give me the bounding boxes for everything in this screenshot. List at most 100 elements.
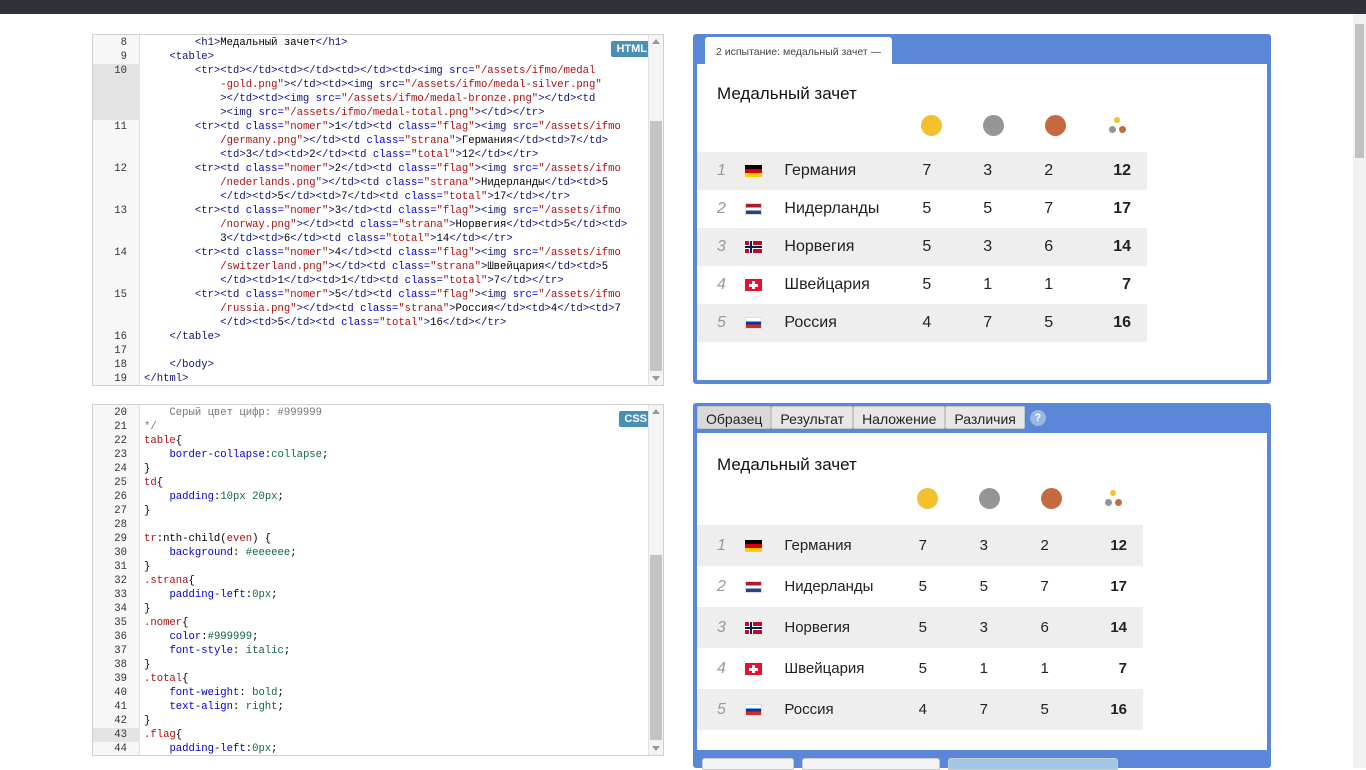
code-text[interactable]: tr:nth-child(even) { <box>140 532 649 546</box>
code-text[interactable]: <td>3</td><td>2</td><td class="total">12… <box>140 148 649 162</box>
code-text[interactable]: background: #eeeeee; <box>140 546 649 560</box>
code-line[interactable]: 38} <box>93 658 649 672</box>
code-line[interactable]: 9 <table> <box>93 50 649 64</box>
code-text[interactable]: table{ <box>140 434 649 448</box>
code-text[interactable]: padding:10px 20px; <box>140 490 649 504</box>
code-line[interactable]: 19 </html> <box>93 372 649 385</box>
code-text[interactable]: <tr><td class="nomer">5</td><td class="f… <box>140 288 649 302</box>
code-line[interactable]: 27} <box>93 504 649 518</box>
scroll-up-arrow-icon[interactable] <box>652 409 660 414</box>
code-lines[interactable]: 8 <h1>Медальный зачет</h1> 9 <table> 10 <t… <box>93 36 649 385</box>
code-text[interactable]: <tr><td></td><td></td><td></td><td><img … <box>140 64 649 78</box>
code-line[interactable]: 30 background: #eeeeee; <box>93 546 649 560</box>
code-text[interactable]: border-collapse:collapse; <box>140 448 649 462</box>
code-text[interactable]: .flag{ <box>140 728 649 742</box>
help-icon[interactable]: ? <box>1029 410 1046 426</box>
tab-sample[interactable]: Образец <box>697 406 772 429</box>
code-line[interactable]: 42} <box>93 714 649 728</box>
code-text[interactable] <box>140 518 649 532</box>
code-line[interactable]: /nederlands.png"></td><td class="strana"… <box>93 176 649 190</box>
code-text[interactable]: padding-left:0px; <box>140 588 649 602</box>
code-text[interactable]: } <box>140 462 649 476</box>
code-text[interactable]: Серый цвет цифр: #999999 <box>140 406 649 420</box>
scrollbar-thumb[interactable] <box>650 121 662 371</box>
code-line[interactable]: 44 padding-left:0px; <box>93 742 649 755</box>
code-text[interactable]: </body> <box>140 358 649 372</box>
code-line[interactable]: 26 padding:10px 20px; <box>93 490 649 504</box>
code-text[interactable]: padding-left:0px; <box>140 742 649 755</box>
code-text[interactable]: .nomer{ <box>140 616 649 630</box>
code-text[interactable]: /russia.png"></td><td class="strana">Рос… <box>140 302 649 316</box>
code-line[interactable]: </td><td>5</td><td>7</td><td class="tota… <box>93 190 649 204</box>
scroll-down-arrow-icon[interactable] <box>652 376 660 381</box>
code-text[interactable]: </table> <box>140 330 649 344</box>
code-text[interactable]: <tr><td class="nomer">4</td><td class="f… <box>140 246 649 260</box>
code-line[interactable]: 21 */ <box>93 420 649 434</box>
scroll-up-arrow-icon[interactable] <box>652 39 660 44</box>
code-line[interactable]: 22 table{ <box>93 434 649 448</box>
code-line[interactable]: 18 </body> <box>93 358 649 372</box>
code-line[interactable]: 11 <tr><td class="nomer">1</td><td class… <box>93 120 649 134</box>
code-text[interactable]: -gold.png"></td><td><img src="/assets/if… <box>140 78 649 92</box>
code-text[interactable]: } <box>140 602 649 616</box>
code-text[interactable]: .strana{ <box>140 574 649 588</box>
code-line[interactable]: 40 font-weight: bold; <box>93 686 649 700</box>
tab-differences[interactable]: Различия <box>945 406 1025 429</box>
css-editor-scrollbar[interactable] <box>648 405 663 755</box>
code-line[interactable]: 36 color:#999999; <box>93 630 649 644</box>
code-text[interactable]: <h1>Медальный зачет</h1> <box>140 36 649 50</box>
code-line[interactable]: 37 font-style: italic; <box>93 644 649 658</box>
tab-overlay[interactable]: Наложение <box>853 406 946 429</box>
code-text[interactable]: ><img src="/assets/ifmo/medal-total.png"… <box>140 106 649 120</box>
bottom-button[interactable] <box>948 758 1118 770</box>
code-line[interactable]: 39 .total{ <box>93 672 649 686</box>
code-line[interactable]: 41 text-align: right; <box>93 700 649 714</box>
code-text[interactable]: /nederlands.png"></td><td class="strana"… <box>140 176 649 190</box>
code-text[interactable]: </td><td>5</td><td class="total">16</td>… <box>140 316 649 330</box>
code-line[interactable]: 35 .nomer{ <box>93 616 649 630</box>
css-code-editor[interactable]: 20 Серый цвет цифр: #999999 21 */22 table{2… <box>92 404 664 756</box>
code-text[interactable]: </td><td>5</td><td>7</td><td class="tota… <box>140 190 649 204</box>
bottom-button[interactable] <box>702 758 794 770</box>
code-line[interactable]: 8 <h1>Медальный зачет</h1> <box>93 36 649 50</box>
code-line[interactable]: ><img src="/assets/ifmo/medal-total.png"… <box>93 106 649 120</box>
code-line[interactable]: 25 td{ <box>93 476 649 490</box>
code-line[interactable]: </td><td>1</td><td>1</td><td class="tota… <box>93 274 649 288</box>
html-code-editor[interactable]: 8 <h1>Медальный зачет</h1> 9 <table> 10 <t… <box>92 34 664 386</box>
code-text[interactable]: td{ <box>140 476 649 490</box>
code-line[interactable]: 13 <tr><td class="nomer">3</td><td class… <box>93 204 649 218</box>
code-text[interactable]: .total{ <box>140 672 649 686</box>
code-line[interactable]: -gold.png"></td><td><img src="/assets/if… <box>93 78 649 92</box>
code-line[interactable]: <td>3</td><td>2</td><td class="total">12… <box>93 148 649 162</box>
code-text[interactable]: text-align: right; <box>140 700 649 714</box>
code-text[interactable]: <tr><td class="nomer">1</td><td class="f… <box>140 120 649 134</box>
code-text[interactable]: color:#999999; <box>140 630 649 644</box>
code-text[interactable]: 3</td><td>6</td><td class="total">14</td… <box>140 232 649 246</box>
code-line[interactable]: 10 <tr><td></td><td></td><td></td><td><i… <box>93 64 649 78</box>
code-line[interactable]: 24} <box>93 462 649 476</box>
code-line[interactable]: /norway.png"></td><td class="strana">Нор… <box>93 218 649 232</box>
code-text[interactable]: /norway.png"></td><td class="strana">Нор… <box>140 218 649 232</box>
html-editor-scrollbar[interactable] <box>648 35 663 385</box>
code-line[interactable]: 14 <tr><td class="nomer">4</td><td class… <box>93 246 649 260</box>
code-line[interactable]: 43 .flag{ <box>93 728 649 742</box>
code-line[interactable]: 31} <box>93 560 649 574</box>
code-text[interactable]: } <box>140 560 649 574</box>
page-scrollbar-thumb[interactable] <box>1355 24 1364 158</box>
code-text[interactable]: <tr><td class="nomer">2</td><td class="f… <box>140 162 649 176</box>
code-line[interactable]: ></td><td><img src="/assets/ifmo/medal-b… <box>93 92 649 106</box>
code-line[interactable]: 15 <tr><td class="nomer">5</td><td class… <box>93 288 649 302</box>
code-line[interactable]: 17 <box>93 344 649 358</box>
scroll-down-arrow-icon[interactable] <box>652 746 660 751</box>
code-text[interactable]: } <box>140 504 649 518</box>
scrollbar-thumb[interactable] <box>650 555 662 740</box>
code-line[interactable]: 12 <tr><td class="nomer">2</td><td class… <box>93 162 649 176</box>
code-line[interactable]: 34} <box>93 602 649 616</box>
code-line[interactable]: 32 .strana{ <box>93 574 649 588</box>
bottom-button[interactable] <box>802 758 940 770</box>
code-line[interactable]: 3</td><td>6</td><td class="total">14</td… <box>93 232 649 246</box>
code-text[interactable]: font-weight: bold; <box>140 686 649 700</box>
code-line[interactable]: /germany.png"></td><td class="strana">Ге… <box>93 134 649 148</box>
code-text[interactable]: font-style: italic; <box>140 644 649 658</box>
code-text[interactable]: <table> <box>140 50 649 64</box>
